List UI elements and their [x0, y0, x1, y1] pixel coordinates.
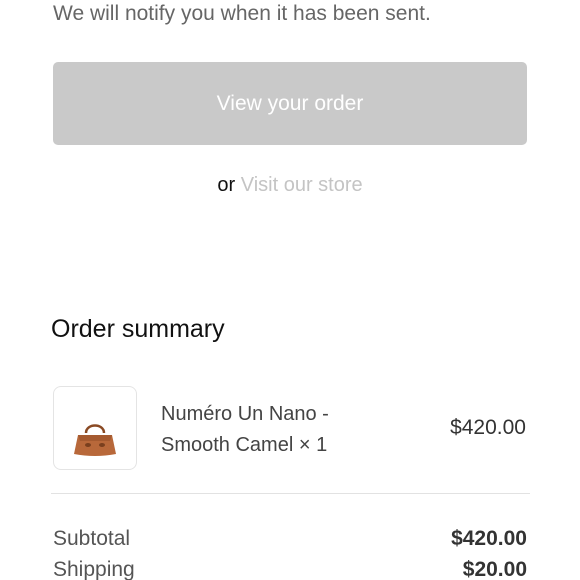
visit-store-line: or Visit our store [0, 174, 580, 197]
notify-message: We will notify you when it has been sent… [53, 2, 431, 25]
subtotal-label: Subtotal [53, 527, 131, 550]
product-name: Numéro Un Nano - Smooth Camel × 1 [161, 403, 329, 456]
order-status-page: We will notify you when it has been sent… [0, 0, 580, 580]
product-price: $420.00 [450, 416, 526, 439]
product-thumbnail [53, 386, 137, 470]
or-text: or [217, 174, 236, 196]
shipping-label: Shipping [53, 558, 135, 580]
subtotal-value: $420.00 [451, 527, 527, 550]
summary-divider [51, 493, 530, 494]
camel-handbag-image [74, 424, 116, 456]
shipping-value: $20.00 [462, 558, 527, 580]
order-summary-title: Order summary [51, 315, 225, 343]
visit-store-link[interactable]: Visit our store [241, 174, 363, 196]
view-order-button[interactable]: View your order [53, 62, 527, 145]
